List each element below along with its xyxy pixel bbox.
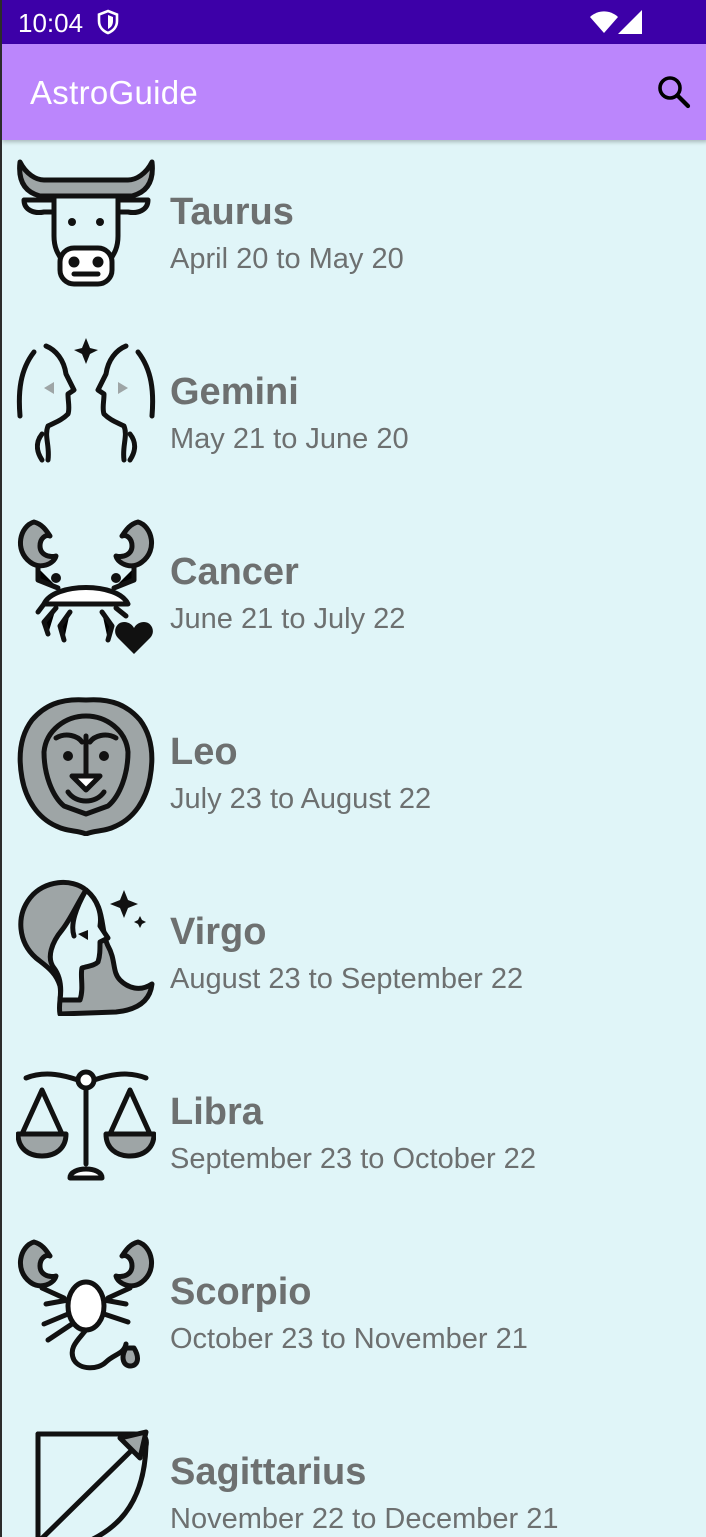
status-time: 10:04 (18, 8, 84, 38)
sign-dates: October 23 to November 21 (170, 1323, 528, 1355)
virgo-icon (18, 879, 155, 1016)
sign-dates: April 20 to May 20 (170, 243, 404, 275)
sign-name: Taurus (170, 191, 294, 233)
taurus-icon (17, 159, 155, 287)
sign-name: Sagittarius (170, 1451, 367, 1493)
list-item-scorpio[interactable]: Scorpio October 23 to November 21 (2, 1220, 706, 1400)
sign-dates: June 21 to July 22 (170, 603, 406, 635)
sign-name: Virgo (170, 911, 267, 953)
list-item-cancer[interactable]: Cancer June 21 to July 22 (2, 500, 706, 680)
shield-icon (97, 9, 119, 35)
sign-dates: November 22 to December 21 (170, 1503, 559, 1535)
cell-signal-icon (618, 10, 642, 34)
sign-name: Scorpio (170, 1271, 312, 1313)
phone-screen: 10:04 AstroGuide Taurus April 20 to May … (0, 0, 706, 1537)
list-item-leo[interactable]: Leo July 23 to August 22 (2, 680, 706, 860)
search-icon[interactable] (650, 68, 698, 116)
libra-icon (16, 1069, 156, 1181)
app-bar: AstroGuide (2, 44, 706, 140)
sign-name: Cancer (170, 551, 299, 593)
cancer-icon (18, 519, 154, 654)
gemini-icon (16, 338, 156, 463)
sign-dates: July 23 to August 22 (170, 783, 432, 815)
app-title: AstroGuide (30, 74, 199, 111)
list-item-libra[interactable]: Libra September 23 to October 22 (2, 1040, 706, 1220)
sign-dates: August 23 to September 22 (170, 963, 524, 995)
list-item-sagittarius[interactable]: Sagittarius November 22 to December 21 (2, 1400, 706, 1537)
wifi-icon (590, 11, 618, 33)
sign-name: Libra (170, 1091, 263, 1133)
scorpio-icon (18, 1239, 154, 1371)
sign-name: Leo (170, 731, 238, 773)
status-bar: 10:04 (2, 0, 706, 44)
list-item-virgo[interactable]: Virgo August 23 to September 22 (2, 860, 706, 1040)
list-item-gemini[interactable]: Gemini May 21 to June 20 (2, 320, 706, 500)
sagittarius-icon (35, 1429, 149, 1537)
sign-name: Gemini (170, 371, 299, 413)
list-item-taurus[interactable]: Taurus April 20 to May 20 (2, 140, 706, 320)
leo-icon (17, 697, 155, 836)
sign-dates: September 23 to October 22 (170, 1143, 536, 1175)
sign-dates: May 21 to June 20 (170, 423, 409, 455)
